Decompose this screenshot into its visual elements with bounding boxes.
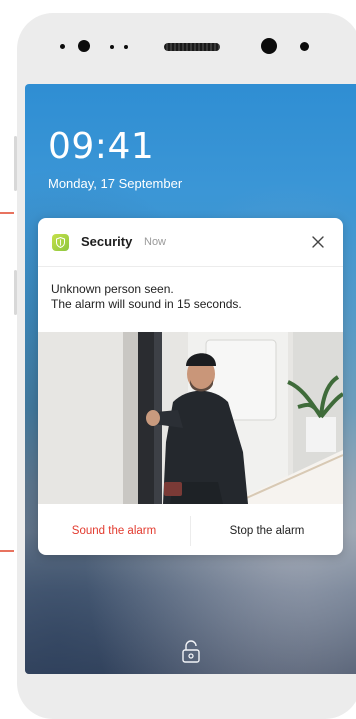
sound-alarm-button[interactable]: Sound the alarm <box>38 506 190 555</box>
phone-side-button <box>14 270 17 315</box>
intruder-photo <box>38 332 343 504</box>
notification-timestamp: Now <box>144 236 167 248</box>
notification-card[interactable]: Security Now Unknown person seen. The al… <box>38 218 343 555</box>
notification-app-name: Security <box>81 234 133 249</box>
sensor-dot <box>60 44 65 49</box>
mockup-stage: 09:41 Monday, 17 September Security Now … <box>0 0 356 719</box>
sensor-dot <box>110 45 114 49</box>
notification-message-line: Unknown person seen. <box>51 282 174 296</box>
camera-snapshot[interactable] <box>38 332 343 504</box>
sensor-dot <box>124 45 128 49</box>
notification-message: Unknown person seen. The alarm will soun… <box>51 282 242 312</box>
earpiece-speaker <box>164 43 220 51</box>
notification-message-line: The alarm will sound in 15 seconds. <box>51 297 242 311</box>
notification-actions: Sound the alarm Stop the alarm <box>38 506 343 555</box>
camera-lens-icon <box>261 38 277 54</box>
shield-icon <box>52 234 69 251</box>
clock-date: Monday, 17 September <box>48 176 183 191</box>
stop-alarm-button[interactable]: Stop the alarm <box>191 506 343 555</box>
guide-mark-top <box>0 212 14 214</box>
lock-icon[interactable] <box>180 639 202 663</box>
clock-time: 09:41 <box>48 126 155 167</box>
guide-mark-bottom <box>0 550 14 552</box>
proximity-sensor <box>300 42 309 51</box>
front-camera-icon <box>78 40 90 52</box>
notification-header: Security Now <box>38 218 343 267</box>
close-icon[interactable] <box>308 232 328 252</box>
phone-side-button <box>14 136 17 191</box>
